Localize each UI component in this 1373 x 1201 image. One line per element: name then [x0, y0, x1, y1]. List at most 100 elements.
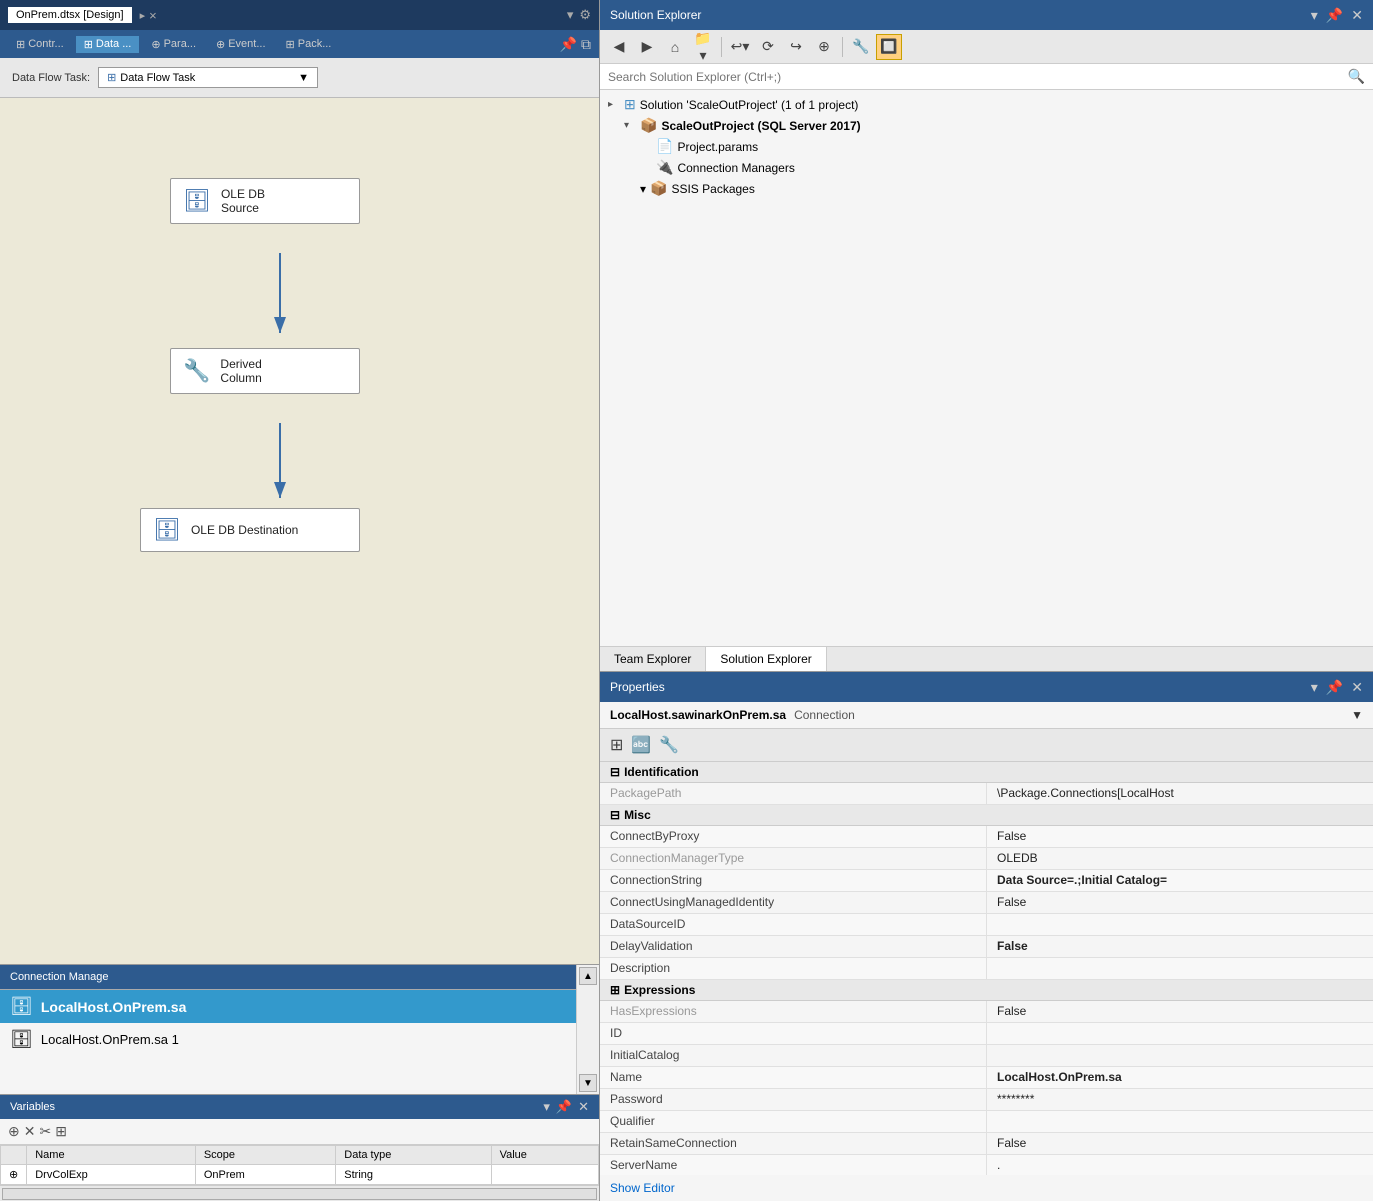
- vars-row-0[interactable]: ⊕ DrvColExp OnPrem String: [1, 1165, 599, 1185]
- props-type-dropdown[interactable]: ▼: [1351, 708, 1363, 722]
- tab-parameters[interactable]: ⊕ Para...: [143, 36, 204, 53]
- props-sort-btn[interactable]: 🔤: [629, 733, 653, 757]
- source-icon: 🗄: [183, 188, 211, 214]
- show-editor-link[interactable]: Show Editor: [610, 1181, 675, 1195]
- show-editor-section: Show Editor: [600, 1175, 1373, 1201]
- tab-pin-icon[interactable]: 📌: [560, 36, 577, 53]
- vars-move-btn[interactable]: ✂: [39, 1123, 51, 1140]
- design-tab-bar: ⊞ Contr... ⊞ Data ... ⊕ Para... ⊕ Event.…: [0, 30, 599, 58]
- tree-chevron-packages: ▾: [640, 182, 646, 196]
- vars-title: Variables: [10, 1101, 543, 1113]
- sol-redo-btn[interactable]: ↪: [783, 34, 809, 60]
- packages-icon: 📦: [650, 180, 667, 197]
- props-row-connmantype: ConnectionManagerType OLEDB: [600, 848, 1373, 870]
- tab-control-flow[interactable]: ⊞ Contr...: [8, 36, 72, 53]
- sol-tools-btn[interactable]: 🔧: [848, 34, 874, 60]
- scroll-up[interactable]: ▲: [579, 967, 597, 985]
- vars-title-icons: ▾ 📌 ✕: [543, 1099, 589, 1115]
- sol-copy-btn[interactable]: ⊕: [811, 34, 837, 60]
- vars-close-icon[interactable]: ✕: [578, 1099, 589, 1115]
- sol-title-bar: Solution Explorer ▾ 📌 ✕: [600, 0, 1373, 30]
- title-icons: ▾ ⚙: [567, 7, 591, 23]
- section-identification[interactable]: ⊟ Identification: [600, 762, 1373, 783]
- props-close-icon[interactable]: ✕: [1351, 679, 1363, 696]
- vars-dock-icon[interactable]: 📌: [556, 1099, 572, 1115]
- sol-pin-icon[interactable]: 📌: [1326, 7, 1343, 24]
- props-dropdown-icon[interactable]: ▾: [1311, 679, 1318, 696]
- vars-row-icon: ⊕: [1, 1165, 27, 1185]
- vars-row-type: String: [336, 1165, 491, 1185]
- tab-package-explorer[interactable]: ⊞ Pack...: [278, 36, 340, 53]
- solution-explorer: Solution Explorer ▾ 📌 ✕ ◀ ▶ ⌂ 📁▾ ↩▾ ⟳ ↪ …: [600, 0, 1373, 671]
- node-ole-db-source[interactable]: 🗄 OLE DB Source: [170, 178, 360, 224]
- tree-item-params[interactable]: 📄 Project.params: [600, 136, 1373, 157]
- toolbar-divider-1: [721, 37, 722, 57]
- props-row-connstring: ConnectionString Data Source=.;Initial C…: [600, 870, 1373, 892]
- tab-window-icon[interactable]: ⧉: [581, 36, 591, 53]
- props-pin-icon[interactable]: 📌: [1326, 679, 1343, 696]
- sol-dropdown-icon[interactable]: ▾: [1311, 7, 1318, 24]
- vars-col-name: Name: [27, 1146, 196, 1165]
- props-row-datasourceid: DataSourceID: [600, 914, 1373, 936]
- vars-scrollbar: [0, 1185, 599, 1201]
- scroll-down[interactable]: ▼: [579, 1074, 597, 1092]
- search-input[interactable]: [608, 70, 1348, 84]
- vars-add-btn[interactable]: ⊕: [8, 1123, 20, 1140]
- conn-items-area: Connection Manage 🗄 LocalHost.OnPrem.sa …: [0, 965, 576, 1094]
- active-tab-title[interactable]: OnPrem.dtsx [Design]: [8, 7, 132, 23]
- tree-root[interactable]: ▸ ⊞ Solution 'ScaleOutProject' (1 of 1 p…: [600, 94, 1373, 115]
- section-expressions[interactable]: ⊞ Expressions: [600, 980, 1373, 1001]
- sol-active-btn[interactable]: 🔲: [876, 34, 902, 60]
- sol-toolbar: ◀ ▶ ⌂ 📁▾ ↩▾ ⟳ ↪ ⊕ 🔧 🔲: [600, 30, 1373, 64]
- section-expr-expand: ⊞: [610, 983, 620, 997]
- task-select[interactable]: ⊞ Data Flow Task ▼: [98, 67, 318, 88]
- sol-back-btn[interactable]: ◀: [606, 34, 632, 60]
- vars-table: Name Scope Data type Value ⊕ DrvColExp O…: [0, 1145, 599, 1185]
- vars-delete-btn[interactable]: ✕: [24, 1123, 36, 1140]
- tab-icon: ⊞: [286, 38, 295, 51]
- connections-icon: 🔌: [656, 159, 673, 176]
- solution-tree: ▸ ⊞ Solution 'ScaleOutProject' (1 of 1 p…: [600, 90, 1373, 646]
- project-icon: 📦: [640, 117, 657, 134]
- vars-col-scope: Scope: [195, 1146, 335, 1165]
- sol-search[interactable]: 🔍: [600, 64, 1373, 90]
- tab-data-flow[interactable]: ⊞ Data ...: [76, 36, 140, 53]
- title-bar: OnPrem.dtsx [Design] ▸ × ▾ ⚙: [0, 0, 599, 30]
- props-settings-btn[interactable]: 🔧: [657, 733, 681, 757]
- vars-hscroll-thumb[interactable]: [2, 1188, 597, 1200]
- node-ole-db-destination[interactable]: 🗄 OLE DB Destination: [140, 508, 360, 552]
- variables-panel: Variables ▾ 📌 ✕ ⊕ ✕ ✂ ⊞ Name Scope Data …: [0, 1094, 599, 1201]
- tab-solution-explorer[interactable]: Solution Explorer: [706, 647, 826, 671]
- tree-project[interactable]: ▾ 📦 ScaleOutProject (SQL Server 2017): [600, 115, 1373, 136]
- pin-button[interactable]: ▸: [140, 9, 146, 22]
- vars-pin-icon[interactable]: ▾: [543, 1099, 550, 1115]
- sol-undo-btn[interactable]: ↩▾: [727, 34, 753, 60]
- sol-folder-btn[interactable]: 📁▾: [690, 34, 716, 60]
- props-row-name: Name LocalHost.OnPrem.sa: [600, 1067, 1373, 1089]
- sol-home-btn[interactable]: ⌂: [662, 34, 688, 60]
- tab-team-explorer[interactable]: Team Explorer: [600, 647, 706, 671]
- settings-icon[interactable]: ⚙: [579, 7, 591, 23]
- close-button[interactable]: ×: [149, 8, 157, 23]
- props-title-bar: Properties ▾ 📌 ✕: [600, 672, 1373, 702]
- tree-item-connections[interactable]: 🔌 Connection Managers: [600, 157, 1373, 178]
- search-icon: 🔍: [1348, 68, 1365, 85]
- props-row-retainsame: RetainSameConnection False: [600, 1133, 1373, 1155]
- vars-col-value: Value: [491, 1146, 598, 1165]
- conn-scrollbar[interactable]: ▲ ▼: [576, 965, 599, 1094]
- node-derived-column[interactable]: 🔧 Derived Column: [170, 348, 360, 394]
- solution-icon: ⊞: [624, 96, 636, 113]
- tab-event-handlers[interactable]: ⊕ Event...: [208, 36, 274, 53]
- sol-forward-btn[interactable]: ▶: [634, 34, 660, 60]
- section-misc[interactable]: ⊟ Misc: [600, 805, 1373, 826]
- conn-item-1[interactable]: 🗄 LocalHost.OnPrem.sa 1: [0, 1023, 576, 1056]
- vars-grid-btn[interactable]: ⊞: [55, 1123, 67, 1140]
- sol-sync-btn[interactable]: ⟳: [755, 34, 781, 60]
- conn-item-0[interactable]: 🗄 LocalHost.OnPrem.sa: [0, 990, 576, 1023]
- dropdown-icon[interactable]: ▾: [567, 7, 574, 23]
- props-grid-view-btn[interactable]: ⊞: [608, 733, 625, 757]
- sol-close-icon[interactable]: ✕: [1351, 7, 1363, 24]
- props-title-icons: ▾ 📌 ✕: [1311, 679, 1363, 696]
- tree-item-packages[interactable]: ▾ 📦 SSIS Packages: [600, 178, 1373, 199]
- db-icon: 🗄: [10, 996, 33, 1017]
